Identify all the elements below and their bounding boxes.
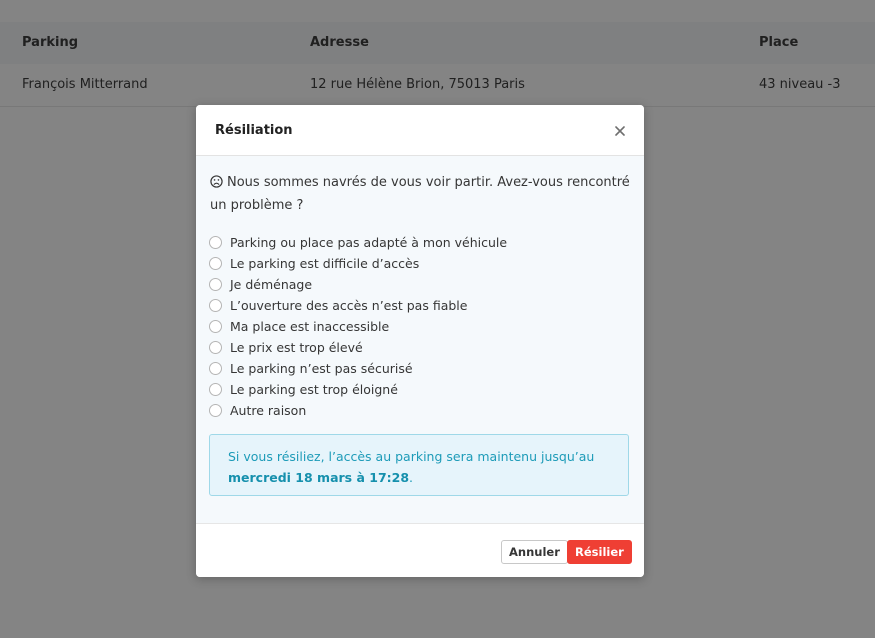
option-label: Parking ou place pas adapté à mon véhicu… <box>230 235 508 250</box>
intro-message: Nous sommes navrés de vous voir partir. … <box>210 172 630 216</box>
option-label: Ma place est inaccessible <box>230 319 390 334</box>
option-label: Le prix est trop élevé <box>230 340 363 355</box>
option-label: Autre raison <box>230 403 307 418</box>
radio-button[interactable] <box>209 320 222 333</box>
reason-option-inaccessible[interactable]: Ma place est inaccessible <box>209 316 629 337</box>
option-label: Le parking est trop éloigné <box>230 382 398 397</box>
intro-text: Nous sommes navrés de vous voir partir. … <box>210 175 630 213</box>
reason-option-moving[interactable]: Je déménage <box>209 274 629 295</box>
access-notice: Si vous résiliez, l’accès au parking ser… <box>209 434 629 496</box>
option-label: Je déménage <box>230 277 313 292</box>
option-label: L’ouverture des accès n’est pas fiable <box>230 298 468 313</box>
reason-option-access[interactable]: Le parking est difficile d’accès <box>209 253 629 274</box>
resilier-button[interactable]: Résilier <box>567 540 632 564</box>
notice-end: . <box>409 470 414 485</box>
termination-modal: Résiliation Nous sommes navrés de vous v… <box>196 105 644 577</box>
reason-option-other[interactable]: Autre raison <box>209 400 629 421</box>
reason-option-security[interactable]: Le parking n’est pas sécurisé <box>209 358 629 379</box>
radio-button[interactable] <box>209 278 222 291</box>
modal-footer: Annuler Résilier <box>196 523 644 577</box>
radio-button[interactable] <box>209 362 222 375</box>
reason-option-reliability[interactable]: L’ouverture des accès n’est pas fiable <box>209 295 629 316</box>
cancel-button[interactable]: Annuler <box>501 540 568 564</box>
reason-option-price[interactable]: Le prix est trop élevé <box>209 337 629 358</box>
close-button[interactable] <box>610 121 630 141</box>
radio-button[interactable] <box>209 404 222 417</box>
reason-option-distance[interactable]: Le parking est trop éloigné <box>209 379 629 400</box>
option-label: Le parking n’est pas sécurisé <box>230 361 413 376</box>
notice-text: Si vous résiliez, l’accès au parking ser… <box>228 449 595 464</box>
modal-title: Résiliation <box>215 123 293 138</box>
reason-options: Parking ou place pas adapté à mon véhicu… <box>209 232 629 421</box>
radio-button[interactable] <box>209 257 222 270</box>
radio-button[interactable] <box>209 299 222 312</box>
radio-button[interactable] <box>209 236 222 249</box>
modal-header: Résiliation <box>196 105 644 156</box>
close-icon <box>615 126 625 136</box>
radio-button[interactable] <box>209 383 222 396</box>
sad-face-icon <box>210 174 223 195</box>
reason-option-vehicle[interactable]: Parking ou place pas adapté à mon véhicu… <box>209 232 629 253</box>
notice-date: mercredi 18 mars à 17:28 <box>228 470 410 485</box>
option-label: Le parking est difficile d’accès <box>230 256 420 271</box>
radio-button[interactable] <box>209 341 222 354</box>
modal-body: Nous sommes navrés de vous voir partir. … <box>196 156 644 523</box>
